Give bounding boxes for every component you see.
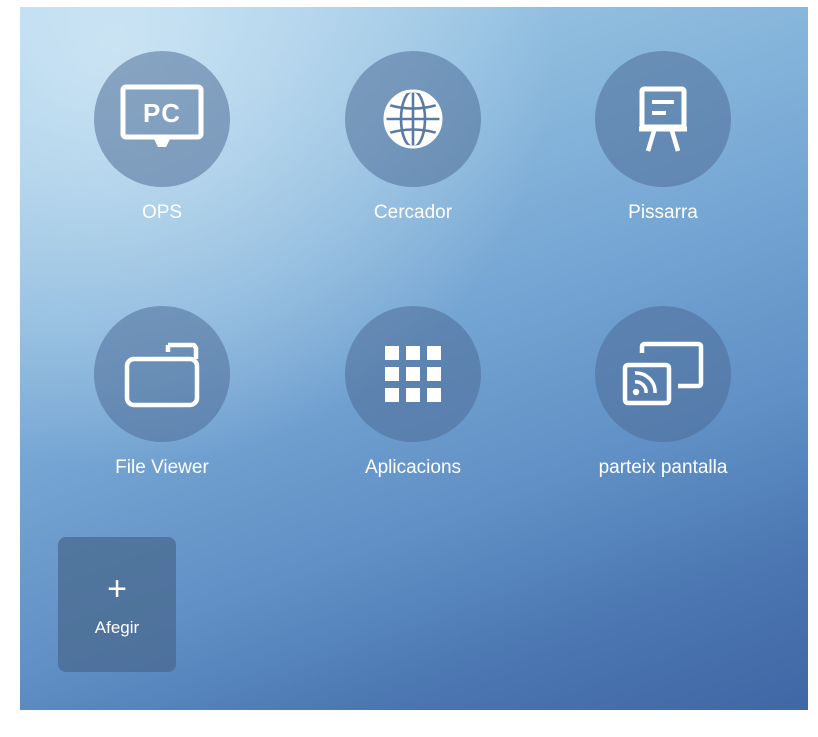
add-app-label: Afegir <box>94 617 140 637</box>
app-file-viewer[interactable]: File Viewer <box>67 306 257 479</box>
app-file-viewer-label: File Viewer <box>115 457 209 478</box>
app-grid-icon <box>385 346 441 402</box>
app-screen-share[interactable]: parteix pantalla <box>568 306 758 479</box>
app-aplicacions[interactable]: Aplicacions <box>318 306 508 479</box>
app-cercador-circle <box>345 51 481 187</box>
app-file-viewer-circle <box>94 306 230 442</box>
launcher-panel: PC OPS Cercador Pissarra File Viewer Apl… <box>20 7 808 710</box>
app-ops-circle: PC <box>94 51 230 187</box>
app-screen-share-circle <box>595 306 731 442</box>
app-ops[interactable]: PC OPS <box>67 51 257 224</box>
whiteboard-icon <box>639 86 687 152</box>
app-pissarra-circle <box>595 51 731 187</box>
pc-monitor-icon: PC <box>120 84 204 147</box>
screen-cast-icon <box>622 341 704 406</box>
pc-icon-text: PC <box>143 98 181 128</box>
app-cercador[interactable]: Cercador <box>318 51 508 224</box>
app-ops-label: OPS <box>141 202 183 223</box>
app-pissarra-label: Pissarra <box>628 202 698 223</box>
plus-icon: + <box>107 569 127 608</box>
globe-icon <box>383 89 443 149</box>
app-aplicacions-label: Aplicacions <box>364 457 462 478</box>
app-pissarra[interactable]: Pissarra <box>568 51 758 224</box>
app-screen-share-label: parteix pantalla <box>598 457 728 478</box>
add-app-button[interactable]: + Afegir <box>58 537 176 672</box>
app-cercador-label: Cercador <box>373 202 453 223</box>
app-aplicacions-circle <box>345 306 481 442</box>
folder-icon <box>124 342 200 408</box>
